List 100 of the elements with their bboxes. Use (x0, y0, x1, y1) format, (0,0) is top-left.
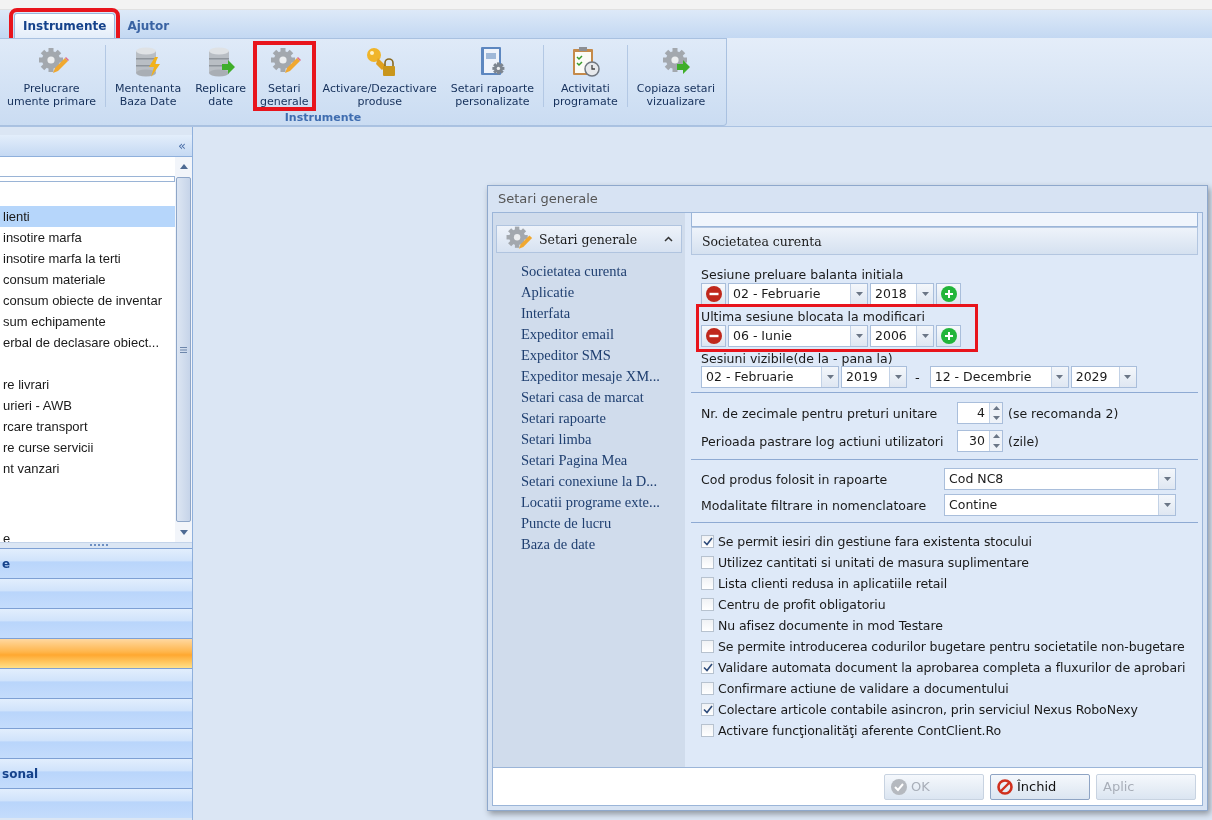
ribbon-button[interactable]: Prelucrare umente primare (0, 41, 104, 111)
remove-button[interactable] (701, 325, 726, 347)
list-item[interactable]: rcare transport (0, 416, 175, 437)
list-item[interactable]: consum materiale (0, 269, 175, 290)
ribbon-button[interactable]: Copiaza setari vizualizare (629, 41, 723, 111)
checkbox[interactable] (701, 535, 714, 548)
dropdown-arrow-icon (894, 375, 902, 379)
nav-item[interactable]: Expeditor mesaje XM... (521, 366, 682, 387)
add-button[interactable] (936, 283, 961, 305)
checkbox[interactable] (701, 577, 714, 590)
check-icon (702, 537, 713, 546)
field-label: Sesiuni vizibile(de la - pana la) (701, 351, 894, 366)
remove-icon (705, 328, 722, 344)
up-arrow-icon (992, 406, 1000, 410)
list-item[interactable]: sum echipamente (0, 311, 175, 332)
nav-item[interactable]: Setari Pagina Mea (521, 450, 682, 471)
field-note: (zile) (1008, 433, 1039, 449)
checkbox[interactable] (701, 703, 714, 716)
checkbox[interactable] (701, 619, 714, 632)
dropdown-arrow-icon (992, 416, 1000, 420)
menu-tab[interactable]: Ajutor (119, 13, 178, 38)
list-item[interactable]: re curse servicii (0, 437, 175, 458)
list-item[interactable]: nt vanzari (0, 458, 175, 479)
dropdown[interactable]: Cod NC8 (944, 468, 1176, 490)
navigation-bar[interactable]: sonal (0, 758, 192, 788)
list-item[interactable]: re livrari (0, 374, 175, 395)
list-item[interactable]: consum obiecte de inventar (0, 290, 175, 311)
list-item[interactable]: urieri - AWB (0, 395, 175, 416)
nav-item[interactable]: Puncte de lucru (521, 513, 682, 534)
list-item[interactable]: lienti (0, 206, 175, 227)
filter-field[interactable] (0, 176, 175, 182)
dropdown-arrow-icon (826, 375, 834, 379)
month-year-combo[interactable]: 02 - Februarie (701, 366, 839, 388)
nav-item[interactable]: Expeditor SMS (521, 345, 682, 366)
nav-item[interactable]: Setari conexiune la D... (521, 471, 682, 492)
navigation-bar[interactable] (0, 788, 192, 818)
nav-item[interactable]: Expeditor email (521, 324, 682, 345)
checkbox[interactable] (701, 598, 714, 611)
check-icon (702, 663, 713, 672)
field-label: Cod produs folosit in rapoarte (701, 471, 889, 487)
dropdown[interactable]: Contine (944, 494, 1176, 516)
navigation-bar[interactable]: e (0, 548, 192, 578)
month-year-combo[interactable]: 06 - Iunie (728, 325, 868, 347)
nav-item[interactable]: Setari rapoarte (521, 408, 682, 429)
navigation-bar[interactable] (0, 668, 192, 698)
ribbon-button[interactable]: Mentenanta Baza Date (108, 41, 189, 111)
remove-button[interactable] (701, 283, 726, 305)
checkbox[interactable] (701, 724, 714, 737)
checkbox[interactable] (701, 661, 714, 674)
dropdown-arrow-icon (1124, 375, 1132, 379)
nav-item[interactable]: Baza de date (521, 534, 682, 555)
ribbon-button[interactable]: Activare/Dezactivare produse (315, 41, 444, 111)
collapse-button[interactable]: « (178, 138, 186, 153)
navigation-bar[interactable] (0, 578, 192, 608)
list-item[interactable]: erbal de declasare obiect... (0, 332, 175, 353)
dropdown-arrow-icon (855, 334, 863, 338)
month-year-combo[interactable]: 2006 (870, 325, 934, 347)
month-year-combo[interactable]: 2029 (1070, 366, 1137, 388)
nav-item[interactable]: Setari limba (521, 429, 682, 450)
dialog-title: Setari generale (497, 190, 599, 208)
navigation-bar[interactable] (0, 638, 192, 668)
nav-item[interactable]: Societatea curenta (521, 261, 682, 282)
checkbox[interactable] (701, 682, 714, 695)
checkbox-label: Utilizez cantitati si unitati de masura suplimentare (718, 555, 1029, 570)
checkbox-label: Se permit iesiri din gestiune fara existenta stocului (718, 534, 1032, 549)
nav-header[interactable]: Setari generale (496, 225, 682, 253)
month-year-combo[interactable]: 02 - Februarie (728, 283, 868, 305)
checkbox-label: Activare funcţionalităţi aferente ContClient.Ro (718, 723, 1001, 738)
list-item[interactable]: insotire marfa la terti (0, 248, 175, 269)
ribbon-button[interactable]: Setari rapoarte personalizate (443, 41, 541, 111)
pane-title: Societatea curenta (691, 227, 1198, 255)
checkbox[interactable] (701, 640, 714, 653)
ribbon-button[interactable]: Activitati programate (546, 41, 625, 111)
month-year-combo[interactable]: 2019 (841, 366, 907, 388)
month-year-combo[interactable]: 2018 (870, 283, 934, 305)
ribbon-button[interactable]: Setari generale (253, 41, 316, 111)
number-spinner[interactable]: 30 (957, 430, 1003, 452)
field-label: Perioada pastrare log actiuni utilizatori (701, 433, 945, 449)
close-button[interactable]: Închid (990, 773, 1090, 800)
month-year-combo[interactable]: 12 - Decembrie (929, 366, 1069, 388)
ribbon-button[interactable]: Replicare date (188, 41, 253, 111)
scroll-thumb[interactable] (176, 177, 191, 522)
list-item[interactable]: insotire marfa (0, 227, 175, 248)
grip-icon (180, 346, 187, 353)
checkbox-label: Confirmare actiune de validare a documentului (718, 681, 1009, 696)
nav-item[interactable]: Setari casa de marcat (521, 387, 682, 408)
number-spinner[interactable]: 4 (957, 402, 1003, 424)
prohibited-icon (997, 778, 1013, 795)
dropdown-arrow-icon (855, 292, 863, 296)
add-button[interactable] (936, 325, 961, 347)
navigation-bar[interactable] (0, 698, 192, 728)
checkbox[interactable] (701, 556, 714, 569)
checkbox-label: Se permite introducerea codurilor bugetare pentru societatile non-bugetare (718, 639, 1185, 654)
navigation-bar[interactable] (0, 608, 192, 638)
dropdown-arrow-icon (1163, 477, 1171, 481)
nav-item[interactable]: Aplicatie (521, 282, 682, 303)
nav-item[interactable]: Locatii programe exte... (521, 492, 682, 513)
dropdown-arrow-icon (992, 444, 1000, 448)
nav-item[interactable]: Interfata (521, 303, 682, 324)
navigation-bar[interactable] (0, 728, 192, 758)
